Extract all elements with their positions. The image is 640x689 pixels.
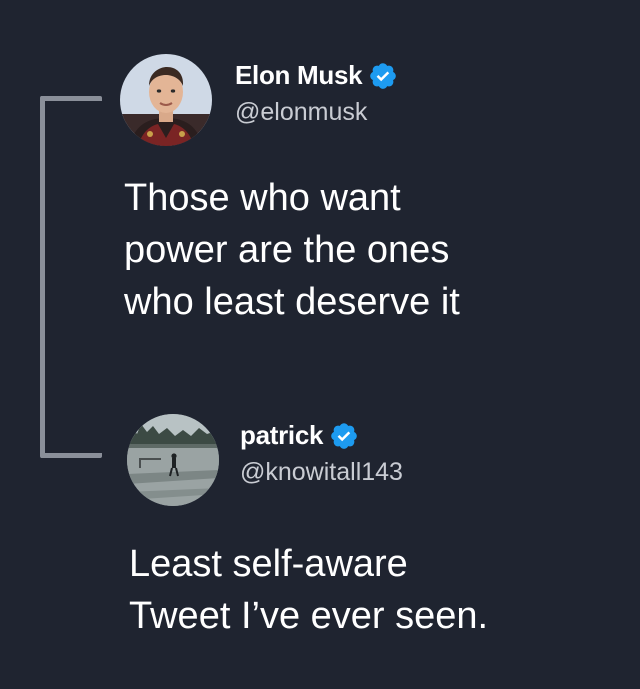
avatar[interactable] [127,414,219,506]
handle[interactable]: @knowitall143 [240,458,403,487]
author-row: Elon Musk [235,60,398,91]
author-row: patrick [240,420,359,451]
avatar[interactable] [120,54,212,146]
verified-badge-icon [368,61,398,91]
quote-thread-connector [40,96,102,458]
display-name[interactable]: Elon Musk [235,60,363,91]
verified-badge-icon [329,421,359,451]
display-name[interactable]: patrick [240,420,323,451]
person-portrait-avatar-icon [120,54,212,146]
tweet-text: Least self-aware Tweet I’ve ever seen. [129,543,489,637]
landscape-figure-avatar-icon [127,414,219,506]
tweet-text: Those who want power are the ones who le… [124,177,460,323]
handle[interactable]: @elonmusk [235,98,367,127]
